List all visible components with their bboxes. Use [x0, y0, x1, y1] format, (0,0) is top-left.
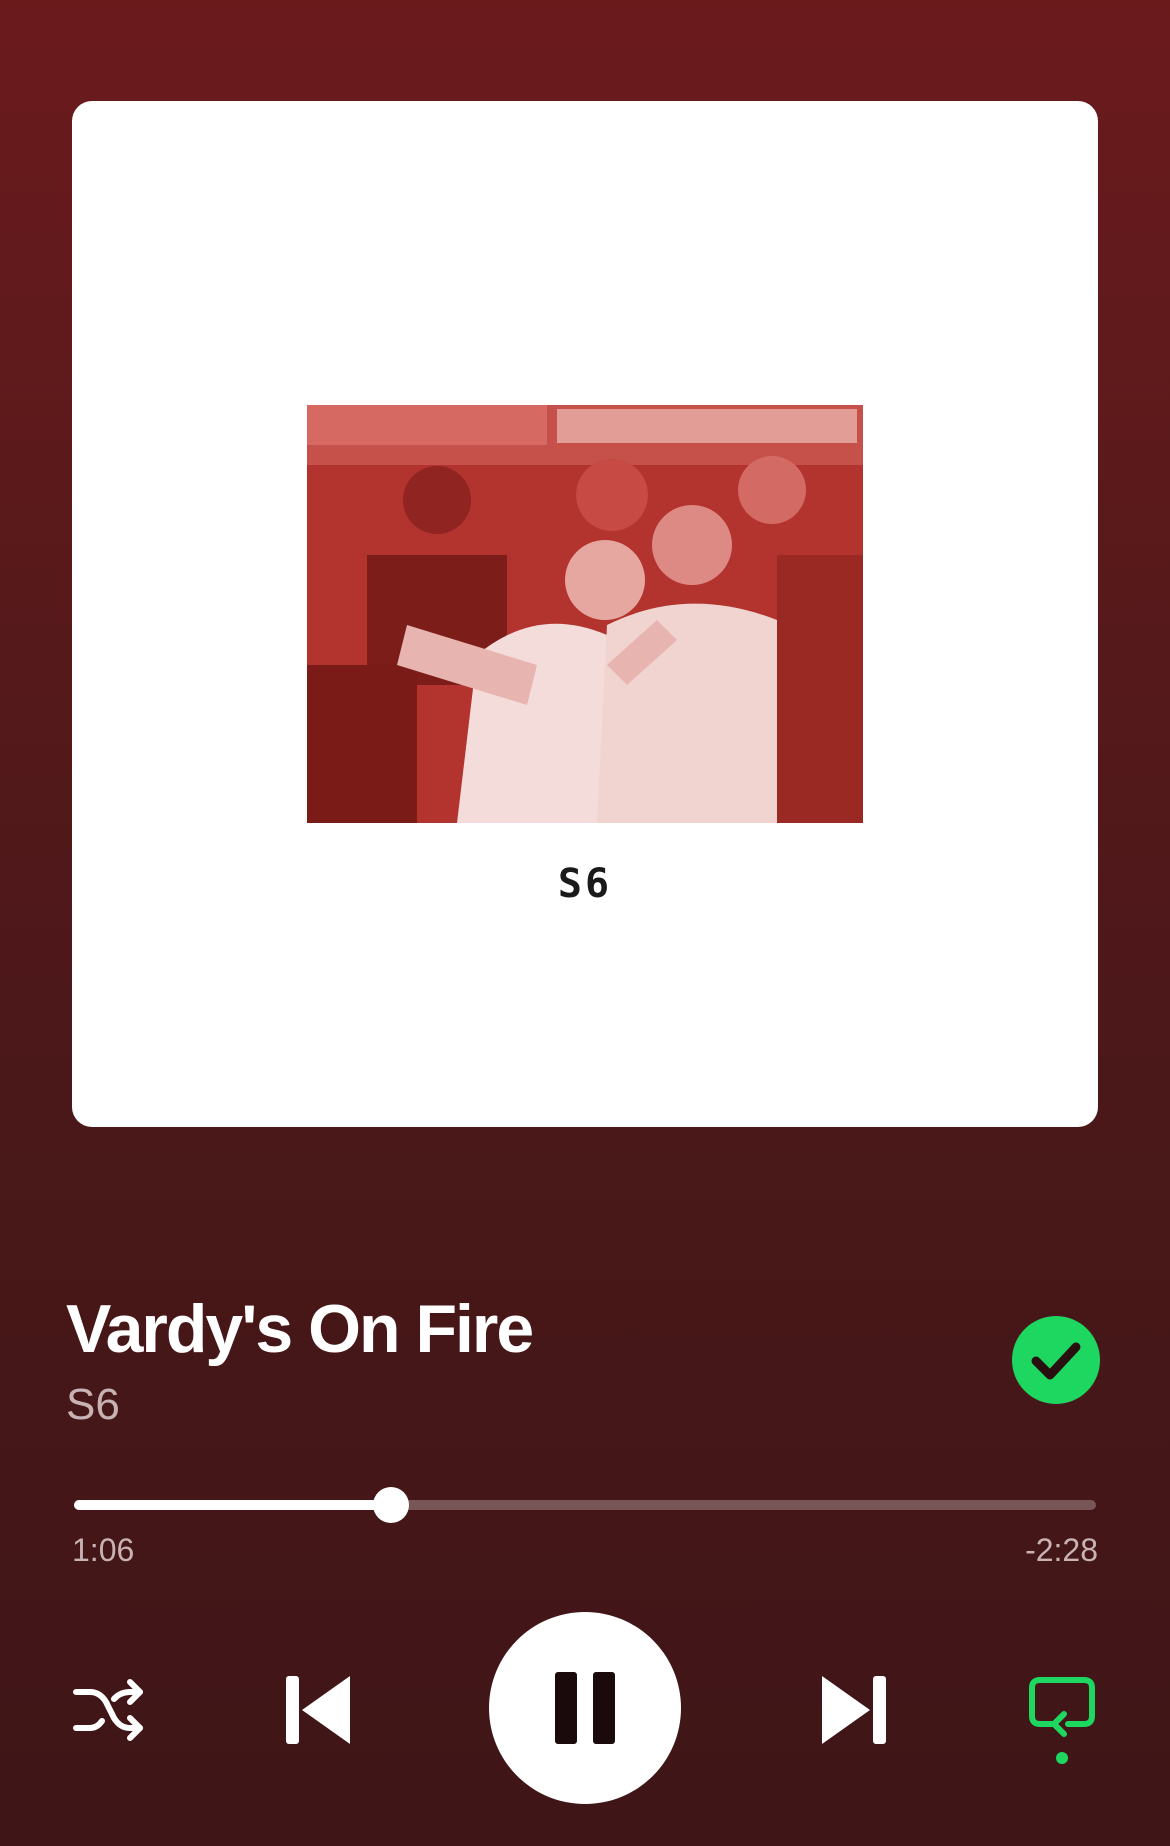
repeat-button[interactable]	[1024, 1672, 1100, 1768]
repeat-icon	[1029, 1677, 1095, 1764]
pause-button[interactable]	[489, 1612, 681, 1804]
skip-next-icon	[822, 1676, 886, 1744]
checkmark-icon	[1031, 1342, 1081, 1380]
album-art-artist: S6	[557, 861, 613, 907]
remaining-time: -2:28	[1025, 1532, 1098, 1568]
progress-scrubber[interactable]	[372, 1487, 409, 1523]
pause-icon	[555, 1672, 615, 1744]
shuffle-icon	[73, 1679, 143, 1741]
progress-bar-fill	[74, 1500, 391, 1510]
next-track-button[interactable]	[818, 1672, 890, 1748]
album-art: VARDY'S ON FIRE S6	[72, 101, 1098, 1127]
skip-previous-icon	[286, 1676, 350, 1744]
progress-bar[interactable]	[74, 1487, 1096, 1523]
track-artist[interactable]: S6	[66, 1380, 120, 1430]
liked-button[interactable]	[1012, 1316, 1100, 1404]
track-title[interactable]: Vardy's On Fire	[66, 1290, 534, 1368]
previous-track-button[interactable]	[282, 1672, 354, 1748]
shuffle-button[interactable]	[70, 1672, 146, 1748]
album-art-photo	[307, 405, 863, 823]
elapsed-time: 1:06	[72, 1532, 135, 1568]
